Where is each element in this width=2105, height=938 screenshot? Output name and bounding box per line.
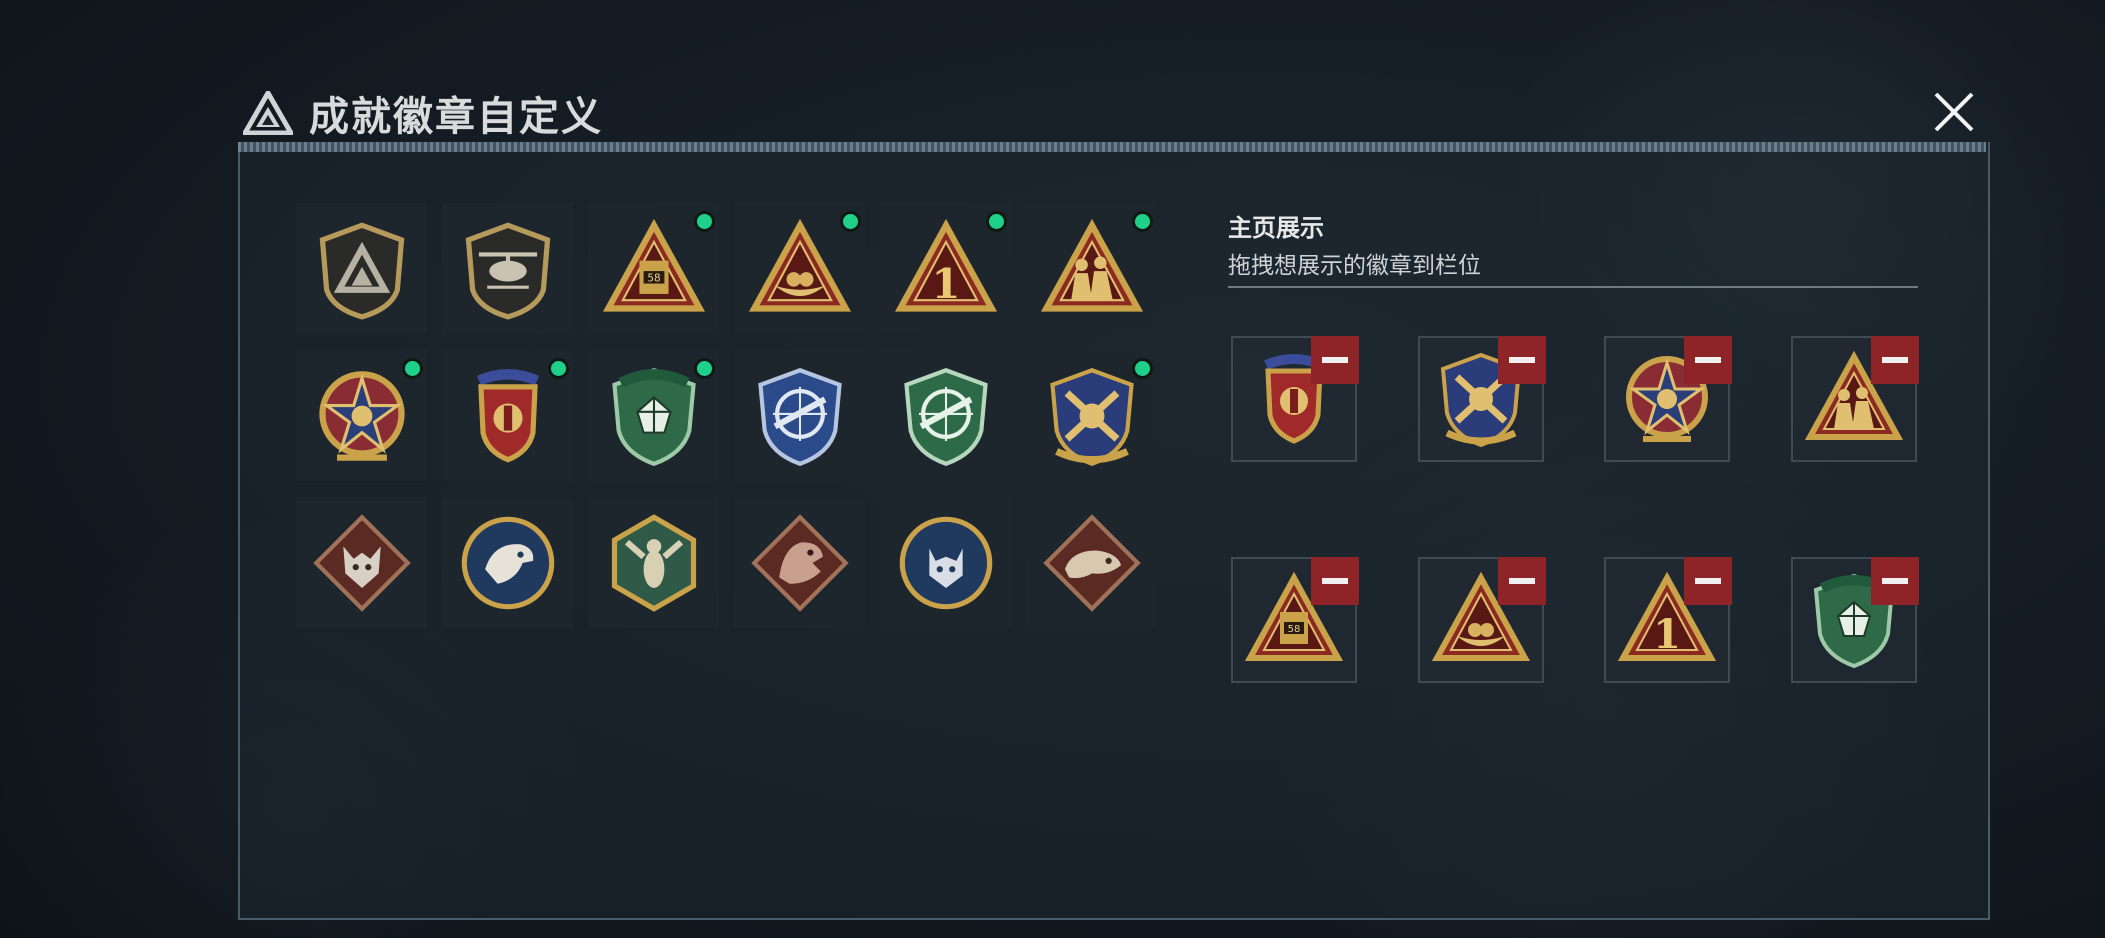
remove-badge-button[interactable]: [1684, 557, 1732, 605]
page-header: 成就徽章自定义: [243, 84, 603, 142]
display-slot-5[interactable]: 58: [1231, 557, 1359, 683]
badge-tile-komodo-diamond[interactable]: [1026, 497, 1157, 628]
remove-badge-button[interactable]: [1684, 336, 1732, 384]
badge-tile-vehicle-58-triangle[interactable]: 58: [588, 203, 719, 334]
remove-badge-button[interactable]: [1871, 557, 1919, 605]
eagle-circle-badge-icon: [461, 516, 554, 609]
remove-badge-button[interactable]: [1498, 557, 1546, 605]
minus-icon: [1509, 578, 1535, 584]
new-badge-dot: [694, 211, 715, 232]
minus-icon: [1322, 357, 1348, 363]
minus-icon: [1322, 578, 1348, 584]
minus-icon: [1509, 357, 1535, 363]
minus-icon: [1882, 578, 1908, 584]
display-slot-2[interactable]: [1418, 336, 1546, 462]
badge-tile-dragon-diamond[interactable]: [734, 497, 865, 628]
badge-tile-stars-crest[interactable]: [442, 350, 573, 481]
minus-icon: [1882, 357, 1908, 363]
stars-crest-badge-icon: [476, 368, 539, 462]
helicopter-shield-badge-icon: [465, 222, 550, 320]
display-slot-4[interactable]: [1791, 336, 1919, 462]
wolf-diamond-badge-icon: [312, 513, 411, 612]
panel-divider: [238, 142, 1986, 152]
new-badge-dot: [986, 211, 1007, 232]
remove-badge-button[interactable]: [1498, 336, 1546, 384]
display-slot-6[interactable]: [1418, 557, 1546, 683]
badge-tile-green-gem-shield[interactable]: [588, 350, 719, 481]
badge-tile-hornet-hexagon[interactable]: [588, 497, 719, 628]
new-badge-dot: [548, 358, 569, 379]
new-badge-dot: [1132, 211, 1153, 232]
display-slot-7[interactable]: 1: [1604, 557, 1732, 683]
badge-tile-star-medal[interactable]: [296, 350, 427, 481]
display-slot-3[interactable]: [1604, 336, 1732, 462]
badge-tile-number-one-triangle[interactable]: 1: [880, 203, 1011, 334]
badge-tile-helicopter-shield[interactable]: [442, 203, 573, 334]
display-slot-1[interactable]: [1231, 336, 1359, 462]
badge-tile-soldiers-triangle[interactable]: [1026, 203, 1157, 334]
minus-icon: [1695, 357, 1721, 363]
badge-tile-wolf-diamond[interactable]: [296, 497, 427, 628]
blue-sniper-shield-badge-icon: [757, 367, 842, 466]
badge-tile-blue-sniper-shield[interactable]: [734, 350, 865, 481]
star-medal-badge-icon: [318, 370, 405, 461]
komodo-diamond-badge-icon: [1042, 513, 1141, 612]
svg-text:1: 1: [931, 259, 960, 308]
green-sniper-shield-badge-icon: [903, 367, 988, 466]
badge-tile-green-sniper-shield[interactable]: [880, 350, 1011, 481]
triangle-logo-shield-badge-icon: [319, 222, 404, 320]
svg-text:58: 58: [1288, 624, 1301, 635]
remove-badge-button[interactable]: [1871, 336, 1919, 384]
vehicle-58-triangle-badge-icon: 58: [602, 218, 705, 312]
homepage-display-hint: 拖拽想展示的徽章到栏位: [1228, 253, 1481, 279]
badge-tile-gold-crossed-crest[interactable]: [1026, 350, 1157, 481]
gold-crossed-crest-badge-icon: [1049, 367, 1134, 466]
triangle-logo-icon: [243, 91, 293, 135]
new-badge-dot: [402, 358, 423, 379]
homepage-display-title: 主页展示: [1228, 214, 1324, 242]
hornet-hexagon-badge-icon: [611, 513, 696, 612]
badge-tile-triangle-logo-shield[interactable]: [296, 203, 427, 334]
dragon-diamond-badge-icon: [750, 513, 849, 612]
svg-text:58: 58: [647, 272, 660, 284]
display-slot-8[interactable]: [1791, 557, 1919, 683]
close-icon[interactable]: [1930, 88, 1978, 136]
badge-tile-lynx-circle[interactable]: [880, 497, 1011, 628]
lynx-circle-badge-icon: [899, 516, 992, 609]
nest-triangle-badge-icon: [748, 218, 851, 312]
badge-tile-nest-triangle[interactable]: [734, 203, 865, 334]
page-title: 成就徽章自定义: [309, 94, 603, 140]
number-one-triangle-badge-icon: 1: [894, 218, 997, 312]
green-gem-shield-badge-icon: [611, 367, 696, 466]
minus-icon: [1695, 578, 1721, 584]
svg-text:1: 1: [1653, 611, 1681, 658]
remove-badge-button[interactable]: [1311, 336, 1359, 384]
soldiers-triangle-badge-icon: [1040, 218, 1143, 312]
new-badge-dot: [1132, 358, 1153, 379]
badge-tile-eagle-circle[interactable]: [442, 497, 573, 628]
remove-badge-button[interactable]: [1311, 557, 1359, 605]
divider: [1228, 286, 1918, 288]
new-badge-dot: [840, 211, 861, 232]
new-badge-dot: [694, 358, 715, 379]
